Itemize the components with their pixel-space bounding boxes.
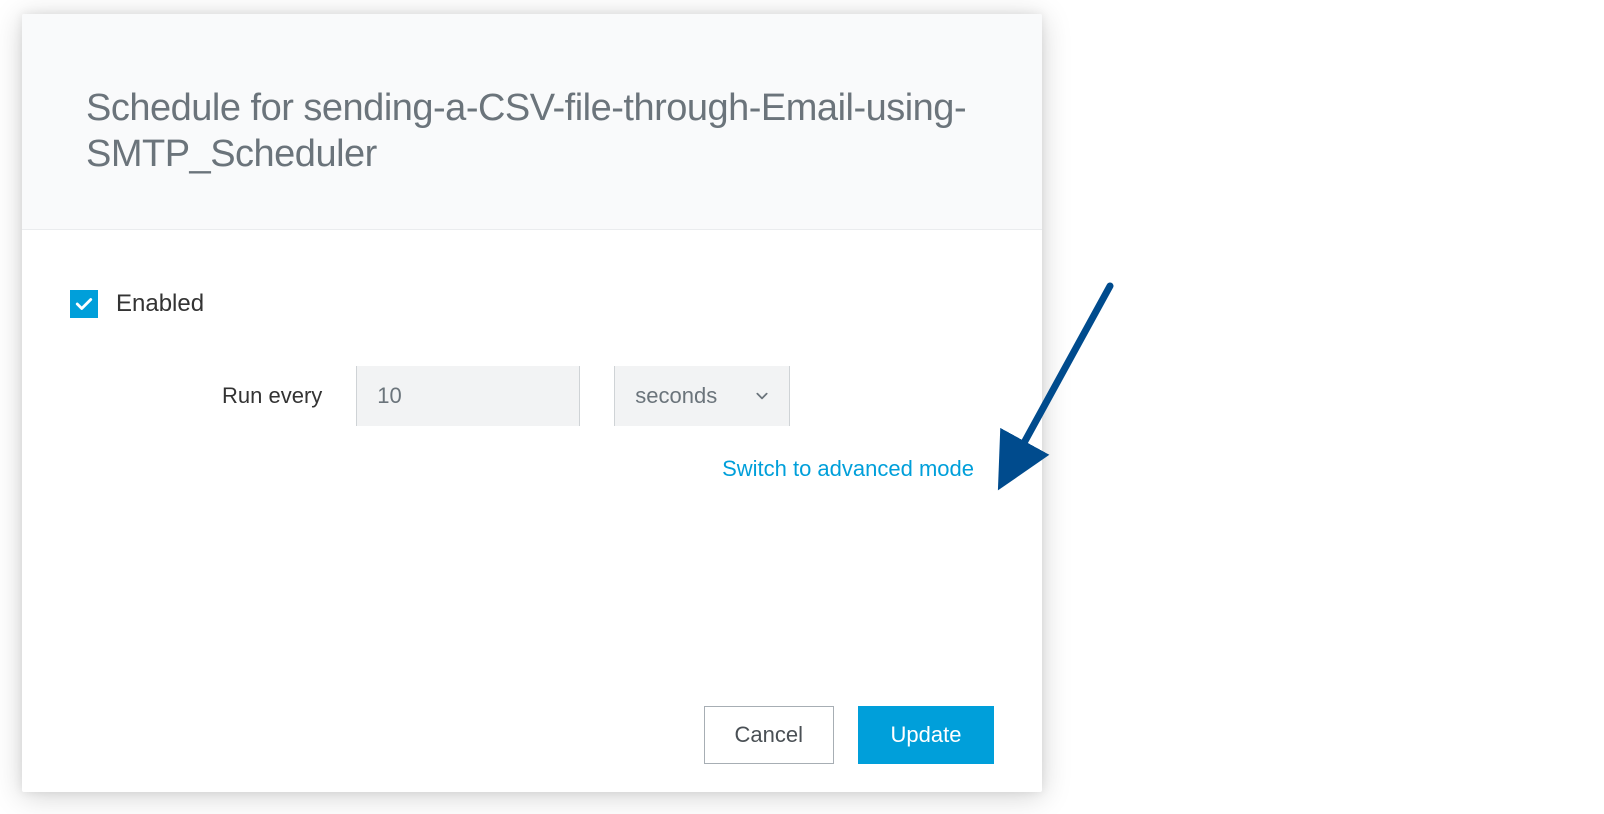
enabled-label: Enabled bbox=[116, 290, 204, 318]
unit-select-value: seconds bbox=[635, 383, 755, 409]
dialog-footer: Cancel Update bbox=[704, 706, 994, 764]
update-button[interactable]: Update bbox=[858, 706, 994, 764]
chevron-down-icon bbox=[755, 389, 769, 403]
interval-row: Run every seconds bbox=[222, 366, 978, 426]
schedule-dialog: Schedule for sending-a-CSV-file-through-… bbox=[22, 14, 1042, 792]
cancel-button[interactable]: Cancel bbox=[704, 706, 834, 764]
enabled-row: Enabled bbox=[70, 290, 978, 318]
enabled-checkbox[interactable] bbox=[70, 290, 98, 318]
dialog-body: Enabled Run every seconds Switch to adva… bbox=[22, 230, 1042, 482]
switch-advanced-mode-link[interactable]: Switch to advanced mode bbox=[70, 456, 978, 482]
unit-select[interactable]: seconds bbox=[614, 366, 790, 426]
check-icon bbox=[75, 295, 93, 313]
run-every-label: Run every bbox=[222, 383, 322, 409]
dialog-header: Schedule for sending-a-CSV-file-through-… bbox=[22, 14, 1042, 230]
interval-input[interactable] bbox=[356, 366, 580, 426]
dialog-title: Schedule for sending-a-CSV-file-through-… bbox=[86, 86, 978, 177]
